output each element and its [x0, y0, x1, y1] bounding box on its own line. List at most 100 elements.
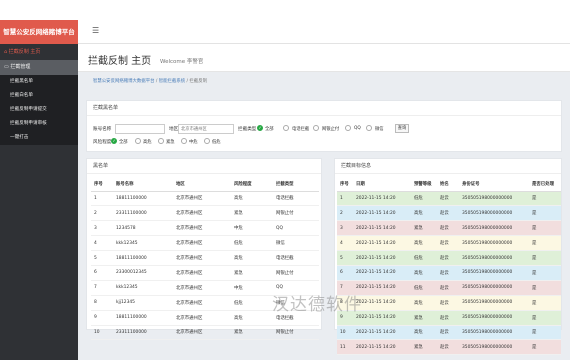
table-cell: 350505198000000000	[459, 325, 529, 341]
type-radio-all[interactable]	[257, 125, 263, 131]
table-row[interactable]: 1 18811100000 北京市通州区 高危 电话拦截	[91, 191, 319, 207]
sidebar-item-review[interactable]: 拦截反制申请审核	[0, 117, 78, 131]
risk-option-label: 全部	[119, 140, 128, 145]
area-label: 地区	[169, 127, 179, 132]
table-cell: 紧急	[411, 310, 437, 326]
table-cell: 北京市通州区	[173, 205, 231, 222]
table-row[interactable]: 6 2022-11-15 14:20 高危 赵云 350505198000000000 是	[337, 265, 561, 281]
table-row[interactable]: 9 2022-11-15 14:20 紧急 赵云 350505198000000000 是	[337, 310, 561, 326]
table-row[interactable]: 7 2022-11-15 14:20 低危 赵云 350505198000000000 是	[337, 280, 561, 296]
table-cell: 2	[337, 205, 353, 222]
table-row[interactable]: 2 23311100000 北京市通州区 紧急 网银止付	[91, 205, 319, 222]
table-row[interactable]: 10 23311100000 北京市通州区 紧急 网银止付	[91, 325, 319, 341]
table-cell: 高危	[411, 205, 437, 222]
brand-logo[interactable]: 智慧公安反网络赌博平台	[0, 20, 78, 44]
sidebar-group-label: 拦截管理	[10, 64, 31, 70]
area-input[interactable]	[178, 124, 234, 134]
table-cell: 1	[91, 191, 113, 207]
account-input[interactable]	[115, 124, 165, 134]
table-cell: 350505198000000000	[459, 235, 529, 252]
risk-radio-urgent[interactable]	[158, 138, 164, 144]
table-cell: 北京市通州区	[173, 220, 231, 237]
column-header: 日期	[353, 177, 411, 192]
table-cell: 2022-11-15 14:20	[353, 325, 411, 341]
table-cell: 赵云	[437, 235, 459, 252]
table-cell: 赵云	[437, 325, 459, 341]
risk-option-label: 中危	[189, 140, 198, 145]
table-cell: kjj12345	[113, 295, 173, 311]
sidebar-item-whitelist[interactable]: 拦截白名单	[0, 89, 78, 103]
type-radio-qq[interactable]	[345, 125, 351, 131]
sidebar-item-strike[interactable]: 一键打击	[0, 131, 78, 145]
table-cell: 中危	[231, 280, 273, 296]
table-cell: 2022-11-15 14:20	[353, 220, 411, 237]
table-cell: 高危	[231, 191, 273, 207]
risk-option-label: 紧急	[166, 140, 175, 145]
table-row[interactable]: 4 2022-11-15 14:20 高危 赵云 350505198000000000 是	[337, 235, 561, 252]
table-cell: 中危	[231, 220, 273, 237]
table-cell: 赵云	[437, 220, 459, 237]
table-row[interactable]: 6 23300012345 北京市通州区 紧急 网银止付	[91, 265, 319, 281]
table-row[interactable]: 3 1234578 北京市通州区 中危 QQ	[91, 220, 319, 237]
breadcrumb-current: 拦截反制	[189, 79, 207, 84]
table-row[interactable]: 1 2022-11-15 14:20 低危 赵云 350505198000000000 是	[337, 191, 561, 207]
table-cell: 1234578	[113, 220, 173, 237]
hamburger-icon[interactable]: ☰	[92, 26, 99, 35]
table-cell: 2022-11-15 14:20	[353, 265, 411, 281]
risk-radio-low[interactable]	[204, 138, 210, 144]
table-cell: 是	[529, 250, 561, 266]
sidebar-item-apply[interactable]: 拦截反制申请提交	[0, 103, 78, 117]
table-cell: 2022-11-15 14:20	[353, 250, 411, 266]
page-title: 拦截反制 主页	[88, 56, 152, 67]
type-radio-bank[interactable]	[313, 125, 319, 131]
type-radio-phone[interactable]	[283, 125, 289, 131]
table-row[interactable]: 4 kkk12345 北京市通州区 低危 微信	[91, 235, 319, 252]
type-option-label: 微信	[375, 127, 384, 132]
intercept-title: 拦截目标信息	[335, 159, 561, 174]
table-cell: 23311100000	[113, 205, 173, 222]
watermark: 汉达德软件	[272, 295, 362, 315]
table-row[interactable]: 8 2022-11-15 14:20 高危 赵云 350505198000000000 是	[337, 295, 561, 311]
query-button[interactable]: 查询	[395, 124, 409, 133]
risk-radio-all[interactable]	[111, 138, 117, 144]
table-cell: 高危	[411, 295, 437, 311]
table-cell: 网银止付	[273, 205, 319, 222]
table-cell: 18811100000	[113, 191, 173, 207]
table-cell: 低危	[411, 250, 437, 266]
table-cell: 18811100000	[113, 250, 173, 266]
table-row[interactable]: 5 18811100000 北京市通州区 高危 电话拦截	[91, 250, 319, 266]
sidebar-home[interactable]: ⌂ 拦截反制 主页	[0, 44, 78, 60]
table-cell: 350505198000000000	[459, 191, 529, 207]
risk-option-label: 低危	[212, 140, 221, 145]
filter-panel-title: 拦截黑名单	[87, 101, 561, 116]
table-cell: 赵云	[437, 205, 459, 222]
type-radio-wechat[interactable]	[366, 125, 372, 131]
type-option-label: 全部	[265, 127, 274, 132]
table-cell: 是	[529, 310, 561, 326]
table-cell: 高危	[231, 310, 273, 326]
risk-label: 风险程度	[93, 140, 112, 145]
risk-radio-high[interactable]	[135, 138, 141, 144]
table-cell: 350505198000000000	[459, 295, 529, 311]
risk-radio-medium[interactable]	[181, 138, 187, 144]
sidebar-group-intercept[interactable]: ▭ 拦截管理	[0, 60, 78, 75]
sidebar-item-blacklist[interactable]: 拦截黑名单	[0, 75, 78, 89]
column-header: 身份证号	[459, 177, 529, 192]
risk-option-label: 高危	[143, 140, 152, 145]
breadcrumb-item[interactable]: 智慧公安反网络赌博大数据平台	[93, 79, 154, 84]
table-row[interactable]: 3 2022-11-15 14:20 紧急 赵云 350505198000000000 是	[337, 220, 561, 237]
table-cell: 10	[91, 325, 113, 341]
table-cell: 11	[337, 339, 353, 356]
table-cell: 高危	[411, 325, 437, 341]
table-row[interactable]: 10 2022-11-15 14:20 高危 赵云 350505198000000000…	[337, 325, 561, 341]
table-cell: 电话拦截	[273, 191, 319, 207]
table-cell: 是	[529, 191, 561, 207]
breadcrumb-item[interactable]: 智能拦截系统	[159, 79, 185, 84]
table-row[interactable]: 5 2022-11-15 14:20 低危 赵云 350505198000000000 是	[337, 250, 561, 266]
table-row[interactable]: 11 2022-11-15 14:20 紧急 赵云 350505198000000000…	[337, 339, 561, 356]
table-cell: 高危	[411, 235, 437, 252]
table-row[interactable]: 2 2022-11-15 14:20 高危 赵云 350505198000000000 是	[337, 205, 561, 222]
table-cell: 4	[91, 235, 113, 252]
breadcrumb: 智慧公安反网络赌博大数据平台 / 智能拦截系统 / 拦截反制	[93, 79, 207, 84]
table-cell: 赵云	[437, 191, 459, 207]
